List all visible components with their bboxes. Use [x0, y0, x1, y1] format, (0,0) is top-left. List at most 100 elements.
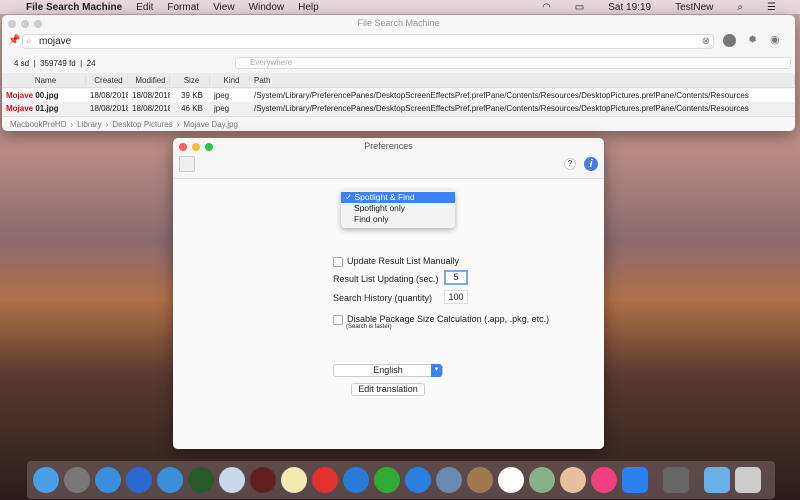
col-kind[interactable]: Kind	[210, 75, 250, 85]
general-tab[interactable]	[179, 156, 195, 172]
table-row[interactable]: Mojave 01.jpg 18/08/2018 18/08/2018 46 K…	[2, 102, 795, 115]
cell-kind: jpeg	[214, 91, 230, 100]
menu-view[interactable]: View	[213, 2, 235, 13]
prefs-title: Preferences	[364, 141, 413, 151]
table-header: Name Created Modified Size Kind Path	[2, 73, 795, 88]
zoom-button[interactable]	[34, 20, 42, 28]
path-bar: MacbookProHD › Library › Desktop Pictures ›…	[2, 116, 795, 131]
downloads-icon[interactable]	[704, 467, 730, 493]
disable-note: (Search is faster)	[346, 324, 392, 330]
vpn-icon[interactable]	[374, 467, 400, 493]
contacts-icon[interactable]	[467, 467, 493, 493]
gear-icon[interactable]: ✹	[748, 33, 757, 46]
battery-icon[interactable]: ▭	[575, 2, 584, 13]
cell-created: 18/08/2018	[90, 104, 128, 113]
cell-size: 46 KB	[181, 104, 203, 113]
chevron-down-icon: ▾	[431, 364, 442, 377]
sync-light-icon[interactable]	[157, 467, 183, 493]
music-icon[interactable]	[591, 467, 617, 493]
list-icon[interactable]: ☰	[767, 2, 776, 13]
history-input[interactable]: 100	[444, 290, 468, 304]
gear-icon[interactable]	[343, 467, 369, 493]
main-window: File Search Machine 📌 ⌕ mojave ⊗ ✹ ◉ 4 sd …	[2, 15, 795, 131]
sync-blue-icon[interactable]	[126, 467, 152, 493]
safari-icon[interactable]	[405, 467, 431, 493]
photos-icon[interactable]	[560, 467, 586, 493]
scope-field[interactable]: Everywhere	[235, 57, 791, 69]
preferences-window: Preferences ? i ✓ Spotlight & Find Spotl…	[173, 138, 604, 449]
zoom-button[interactable]	[205, 143, 213, 151]
cell-modified: 18/08/2018	[132, 91, 170, 100]
file-name: 01.jpg	[33, 104, 59, 113]
cell-path: /System/Library/PreferencePanes/DesktopS…	[254, 91, 749, 100]
info-icon[interactable]: i	[584, 157, 598, 171]
menu-format[interactable]: Format	[167, 2, 199, 13]
trash-icon[interactable]	[735, 467, 761, 493]
minimize-button[interactable]	[192, 143, 200, 151]
finder-icon[interactable]	[33, 467, 59, 493]
preview-search-icon[interactable]	[219, 467, 245, 493]
close-button[interactable]	[179, 143, 187, 151]
file-name: 00.jpg	[33, 91, 59, 100]
clock[interactable]: Sat 19:19	[608, 2, 651, 13]
col-name[interactable]: Name	[2, 75, 86, 85]
option-spotlight-find[interactable]: ✓ Spotlight & Find	[341, 192, 455, 203]
table-row[interactable]: Mojave 00.jpg 18/08/2018 18/08/2018 39 K…	[2, 89, 795, 102]
path-desktop-pictures[interactable]: Desktop Pictures	[108, 120, 172, 129]
trash-app-icon[interactable]	[250, 467, 276, 493]
option-find-only[interactable]: Find only	[341, 214, 455, 225]
textedit-icon[interactable]	[281, 467, 307, 493]
search-button-icon[interactable]	[723, 34, 736, 47]
dock	[27, 461, 775, 499]
sync-green-icon[interactable]	[188, 467, 214, 493]
minimize-button[interactable]	[21, 20, 29, 28]
close-button[interactable]	[8, 20, 16, 28]
launchpad-icon[interactable]	[64, 467, 90, 493]
path-file[interactable]: Mojave Day.jpg	[179, 120, 238, 129]
menu-app[interactable]: File Search Machine	[26, 2, 122, 13]
maps-icon[interactable]	[529, 467, 555, 493]
option-spotlight-only[interactable]: Spotlight only	[341, 203, 455, 214]
search-mode-menu[interactable]: ✓ Spotlight & Find Spotlight only Find o…	[341, 190, 455, 228]
search-icon: ⌕	[26, 36, 32, 47]
pin-icon[interactable]: 📌	[8, 35, 20, 46]
menubar: File Search Machine Edit Format View Win…	[0, 0, 800, 14]
eye-icon[interactable]: ◉	[770, 33, 780, 46]
menu-help[interactable]: Help	[298, 2, 319, 13]
cell-modified: 18/08/2018	[132, 104, 170, 113]
cell-path: /System/Library/PreferencePanes/DesktopS…	[254, 104, 749, 113]
system-preferences-icon[interactable]	[663, 467, 689, 493]
history-label: Search History (quantity)	[333, 293, 433, 303]
help-button[interactable]: ?	[564, 158, 576, 170]
menu-window[interactable]: Window	[249, 2, 285, 13]
col-path[interactable]: Path	[250, 75, 795, 85]
food-icon[interactable]	[312, 467, 338, 493]
cell-size: 39 KB	[181, 91, 203, 100]
wifi-icon[interactable]: ◠	[542, 2, 551, 13]
edit-translation-button[interactable]: Edit translation	[351, 383, 425, 396]
calendar-icon[interactable]	[498, 467, 524, 493]
updating-label: Result List Updating (sec.)	[333, 274, 439, 284]
col-size[interactable]: Size	[170, 75, 210, 85]
user-name[interactable]: TestNew	[675, 2, 713, 13]
language-select[interactable]: English ▾	[333, 364, 443, 377]
search-input[interactable]: ⌕ mojave ⊗	[22, 34, 714, 49]
clear-icon[interactable]: ⊗	[702, 35, 710, 48]
menu-edit[interactable]: Edit	[136, 2, 153, 13]
app-search-icon[interactable]	[95, 467, 121, 493]
col-created[interactable]: Created	[86, 75, 128, 85]
cell-created: 18/08/2018	[90, 91, 128, 100]
update-manually-checkbox[interactable]: Update Result List Manually	[333, 256, 459, 267]
app-store-icon[interactable]	[622, 467, 648, 493]
window-title: File Search Machine	[357, 18, 440, 28]
match-text: Mojave	[6, 91, 34, 100]
path-library[interactable]: Library	[73, 120, 101, 129]
path-disk[interactable]: MacbookProHD	[6, 120, 66, 129]
match-text: Mojave	[6, 104, 34, 113]
cell-kind: jpeg	[214, 104, 230, 113]
preview-icon[interactable]	[436, 467, 462, 493]
spotlight-icon[interactable]: ⌕	[737, 2, 743, 13]
updating-input[interactable]: 5	[444, 270, 468, 285]
col-modified[interactable]: Modified	[128, 75, 170, 85]
stats: 4 sd | 359749 fd | 24	[14, 59, 96, 68]
